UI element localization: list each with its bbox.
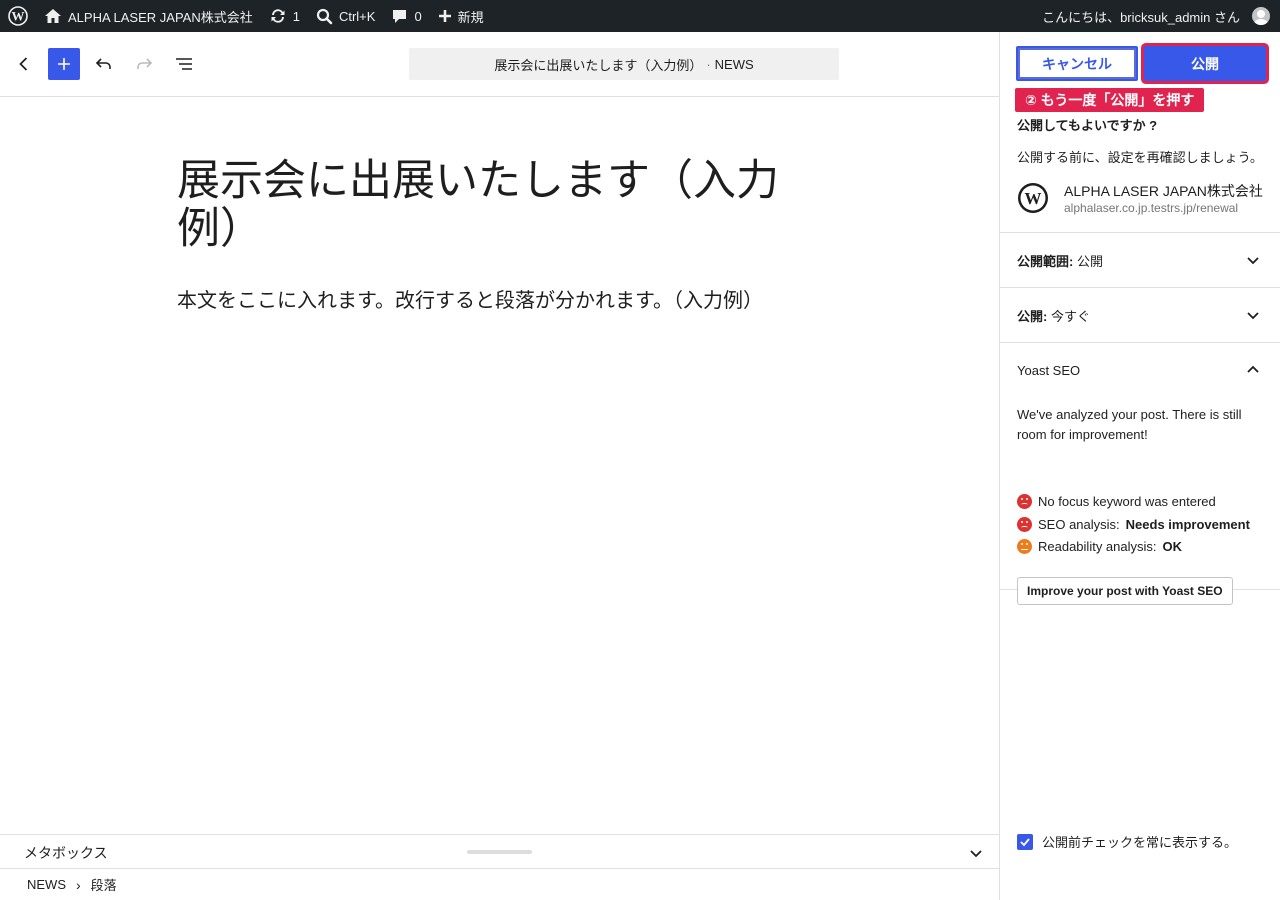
yoast-item-text: No focus keyword was entered <box>1038 494 1216 509</box>
svg-text:W: W <box>1025 189 1042 208</box>
always-show-checkbox[interactable] <box>1017 833 1033 850</box>
search-shortcut: Ctrl+K <box>338 8 376 24</box>
chevron-down-icon <box>970 850 982 858</box>
visibility-label: 公開範囲: <box>1017 253 1074 269</box>
document-separator: · <box>706 56 711 72</box>
new-label: 新規 <box>457 9 484 25</box>
plus-icon <box>58 58 70 70</box>
schedule-row[interactable]: 公開: 今すぐ <box>1000 287 1280 342</box>
check-icon <box>1020 837 1030 846</box>
confirm-description: 公開する前に、設定を再確認しましょう。 <box>1017 150 1263 165</box>
yoast-focus-keyword-item: No focus keyword was entered <box>1017 494 1216 509</box>
site-name-menu[interactable]: ALPHA LASER JAPAN株式会社 <box>36 0 261 32</box>
always-show-checkbox-row[interactable]: 公開前チェックを常に表示する。 <box>1017 832 1237 851</box>
yoast-panel-toggle[interactable]: Yoast SEO <box>1000 342 1280 397</box>
chevron-left-icon <box>19 57 28 71</box>
editor-canvas: 展示会に出展いたします（入力例） 本文をここに入れます。改行すると段落が分かれま… <box>0 97 1000 834</box>
search-icon <box>316 8 333 24</box>
admin-bar: W ALPHA LASER JAPAN株式会社 1 Ctrl+K 0 新規 こん… <box>0 0 1280 32</box>
home-icon <box>45 9 61 23</box>
svg-text:W: W <box>12 9 25 24</box>
metabox-resize-handle[interactable] <box>467 850 532 854</box>
greeting: こんにちは、bricksuk_admin さん <box>1042 9 1240 25</box>
schedule-text: 公開: 今すぐ <box>1017 306 1090 325</box>
schedule-value: 今すぐ <box>1050 308 1090 324</box>
editor-header: 展示会に出展いたします（入力例） · NEWS <box>0 32 1000 97</box>
site-url: alphalaser.co.jp.testrs.jp/renewal <box>1064 201 1239 215</box>
visibility-row[interactable]: 公開範囲: 公開 <box>1000 232 1280 287</box>
publish-button[interactable]: 公開 <box>1144 46 1266 81</box>
chevron-up-icon <box>1243 360 1263 380</box>
document-title: 展示会に出展いたします（入力例） <box>494 57 703 73</box>
updates-menu[interactable]: 1 <box>261 0 308 32</box>
refresh-icon <box>271 9 285 23</box>
sad-face-icon <box>1017 517 1032 532</box>
comment-icon <box>393 9 407 23</box>
breadcrumb-separator: › <box>76 876 81 893</box>
breadcrumb-current[interactable]: 段落 <box>91 875 117 894</box>
sad-face-icon <box>1017 494 1032 509</box>
account-menu[interactable]: こんにちは、bricksuk_admin さん <box>1034 0 1280 32</box>
breadcrumb-root[interactable]: NEWS <box>27 877 66 892</box>
metabox-label: メタボックス <box>24 845 108 861</box>
wordpress-logo-icon: W <box>1018 183 1048 213</box>
yoast-item-value: OK <box>1162 539 1183 554</box>
undo-icon <box>95 58 111 69</box>
comments-menu[interactable]: 0 <box>383 0 429 32</box>
neutral-face-icon <box>1017 539 1032 554</box>
improve-with-yoast-button[interactable]: Improve your post with Yoast SEO <box>1017 577 1233 605</box>
chevron-down-icon <box>1243 305 1263 325</box>
yoast-intro: We've analyzed your post. There is still… <box>1017 407 1242 442</box>
redo-button[interactable] <box>128 48 160 80</box>
yoast-item-text: Readability analysis: <box>1038 539 1157 554</box>
block-inserter-button[interactable] <box>48 48 80 80</box>
new-content-menu[interactable]: 新規 <box>430 0 492 32</box>
block-breadcrumb: NEWS › 段落 <box>0 868 1000 900</box>
yoast-readability-item: Readability analysis: OK <box>1017 539 1182 554</box>
plus-icon <box>438 10 451 22</box>
list-view-button[interactable] <box>168 48 200 80</box>
metabox-panel: メタボックス <box>0 834 1000 868</box>
avatar <box>1252 7 1270 25</box>
paragraph-block[interactable]: 本文をここに入れます。改行すると段落が分かれます。（入力例） <box>177 287 817 315</box>
chevron-down-icon <box>1243 250 1263 270</box>
visibility-value: 公開 <box>1076 253 1103 269</box>
post-title[interactable]: 展示会に出展いたします（入力例） <box>177 157 817 253</box>
redo-icon <box>137 58 153 69</box>
yoast-seo-analysis-item: SEO analysis: Needs improvement <box>1017 517 1250 532</box>
cancel-button[interactable]: キャンセル <box>1016 46 1138 81</box>
always-show-label: 公開前チェックを常に表示する。 <box>1042 835 1238 850</box>
visibility-text: 公開範囲: 公開 <box>1017 251 1103 270</box>
comments-count: 0 <box>414 8 422 24</box>
metabox-toggle-button[interactable] <box>966 843 986 863</box>
search-menu[interactable]: Ctrl+K <box>308 0 383 32</box>
instruction-annotation: ② もう一度「公開」を押す <box>1015 88 1205 112</box>
yoast-title: Yoast SEO <box>1017 362 1081 378</box>
publish-panel: キャンセル 公開 ② もう一度「公開」を押す 公開してもよいですか ? 公開する… <box>999 32 1280 900</box>
yoast-item-text: SEO analysis: <box>1038 517 1120 532</box>
undo-button[interactable] <box>88 48 120 80</box>
updates-count: 1 <box>292 8 300 24</box>
yoast-item-value: Needs improvement <box>1125 517 1250 532</box>
schedule-label: 公開: <box>1017 308 1048 324</box>
document-bar[interactable]: 展示会に出展いたします（入力例） · NEWS <box>409 48 839 80</box>
site-name: ALPHA LASER JAPAN株式会社 <box>68 9 253 25</box>
confirm-title: 公開してもよいですか ? <box>1017 118 1158 133</box>
post-type-label: NEWS <box>714 56 754 72</box>
wordpress-menu[interactable]: W <box>0 0 36 32</box>
back-button[interactable] <box>8 48 40 80</box>
yoast-panel-body: We've analyzed your post. There is still… <box>1000 397 1280 605</box>
list-view-icon <box>176 58 192 70</box>
wordpress-logo-icon: W <box>8 6 28 26</box>
site-name: ALPHA LASER JAPAN株式会社 <box>1064 183 1263 199</box>
